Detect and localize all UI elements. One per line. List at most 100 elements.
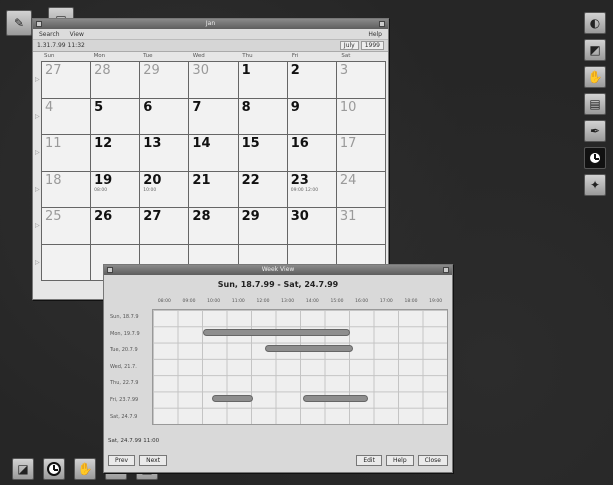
day-cell[interactable]: 17 — [336, 135, 386, 172]
day-cell[interactable]: 12 — [91, 135, 141, 172]
day-cell[interactable]: 29 — [238, 208, 288, 245]
hand-icon[interactable]: ✋ — [74, 458, 96, 480]
next-button[interactable]: Next — [139, 454, 168, 466]
day-number: 25 — [45, 209, 62, 224]
week-window-titlebar[interactable]: Week View — [104, 265, 452, 275]
day-cell[interactable]: 31 — [336, 208, 386, 245]
clock-icon[interactable] — [584, 147, 606, 169]
event-bar[interactable] — [211, 395, 253, 402]
day-cell[interactable]: 6 — [140, 98, 190, 135]
schedule-grid[interactable] — [152, 309, 448, 425]
minimize-icon[interactable] — [107, 267, 113, 273]
year-selector[interactable]: 1999 — [360, 41, 384, 50]
day-cell[interactable]: 22 — [238, 171, 288, 208]
week-range-label: Sun, 18.7.99 - Sat, 24.7.99 — [217, 280, 339, 289]
day-cell[interactable]: 3 — [336, 62, 386, 99]
day-number: 20 — [143, 172, 162, 188]
weekday-label: Sun — [44, 53, 55, 59]
day-cell[interactable]: 27 ▷ — [35, 62, 92, 99]
menu-help[interactable]: Help — [368, 31, 382, 38]
month-toolbar: 1.31.7.99 11:32 July 1999 — [33, 40, 388, 52]
week-select-arrow-icon[interactable]: ▷ — [35, 76, 40, 83]
week-day-label: Mon, 19.7.9 — [110, 330, 140, 337]
clock-face-icon — [47, 462, 61, 476]
week-select-arrow-icon[interactable]: ▷ — [35, 259, 40, 266]
pen-icon[interactable]: ✎ — [6, 10, 32, 36]
day-cell[interactable]: 1 — [238, 62, 288, 99]
window-icon[interactable]: ◩ — [584, 39, 606, 61]
close-button[interactable]: Close — [417, 454, 448, 466]
document-icon[interactable]: ▤ — [584, 93, 606, 115]
day-number: 27 — [45, 63, 62, 78]
current-date-time: 1.31.7.99 11:32 — [37, 42, 85, 49]
edit-button[interactable]: Edit — [356, 454, 382, 466]
day-cell[interactable]: 7 — [189, 98, 239, 135]
minimize-icon[interactable] — [36, 21, 42, 27]
day-number: 23 — [290, 172, 309, 188]
day-event-text: 08:00 — [94, 187, 108, 193]
day-cell[interactable]: 14 — [189, 135, 239, 172]
week-select-arrow-icon[interactable]: ▷ — [35, 186, 40, 193]
day-cell[interactable]: 30 — [189, 62, 239, 99]
day-number: 4 — [45, 99, 54, 115]
day-cell[interactable]: ▷ — [35, 244, 92, 281]
menu-search[interactable]: Search — [39, 31, 60, 38]
day-cell[interactable]: 23 09:00 12:00 — [287, 171, 337, 208]
day-event-text: 09:00 12:00 — [290, 187, 319, 193]
day-cell[interactable]: 9 — [287, 98, 337, 135]
week-day-label: Sun, 18.7.9 — [110, 314, 139, 320]
day-cell[interactable]: 11 ▷ — [35, 135, 92, 172]
week-select-arrow-icon[interactable]: ▷ — [35, 113, 40, 120]
event-bar[interactable] — [264, 345, 353, 352]
day-number: 29 — [143, 63, 160, 78]
day-number: 28 — [192, 209, 211, 224]
day-number: 10 — [339, 99, 357, 115]
day-cell[interactable]: 15 — [238, 135, 288, 172]
hand-icon[interactable]: ✋ — [584, 66, 606, 88]
pen-tool-icon[interactable]: ✒ — [584, 120, 606, 142]
day-cell[interactable]: 27 — [140, 208, 190, 245]
day-number: 26 — [94, 209, 113, 224]
day-cell[interactable]: 19 08:00 — [91, 171, 141, 208]
day-number: 30 — [290, 209, 309, 224]
day-cell[interactable]: 10 — [336, 98, 386, 135]
day-cell[interactable]: 30 — [287, 208, 337, 245]
day-cell[interactable]: 21 — [189, 171, 239, 208]
day-number: 6 — [143, 99, 153, 115]
workspace-icon[interactable]: ◪ — [12, 458, 34, 480]
hour-label: 19:00 — [429, 299, 443, 304]
day-cell[interactable]: 29 — [140, 62, 190, 99]
day-cell[interactable]: 28 — [189, 208, 239, 245]
swirl-icon[interactable]: ◐ — [584, 12, 606, 34]
month-selector[interactable]: July — [339, 41, 359, 50]
wand-icon[interactable]: ✦ — [584, 174, 606, 196]
day-cell[interactable]: 20 10:00 — [140, 171, 190, 208]
day-cell[interactable]: 13 — [140, 135, 190, 172]
day-cell[interactable]: 4 ▷ — [35, 98, 92, 135]
close-icon[interactable] — [379, 21, 385, 27]
day-number: 30 — [192, 63, 209, 78]
day-cell[interactable]: 16 — [287, 135, 337, 172]
week-select-arrow-icon[interactable]: ▷ — [35, 222, 40, 229]
menu-view[interactable]: View — [70, 31, 84, 38]
month-window-titlebar[interactable]: Jan — [33, 19, 388, 29]
hour-label: 14:00 — [305, 299, 319, 304]
event-bar[interactable] — [202, 329, 350, 336]
day-cell[interactable]: 5 — [91, 98, 141, 135]
day-cell[interactable]: 28 — [91, 62, 141, 99]
prev-button[interactable]: Prev — [108, 454, 136, 466]
day-cell[interactable]: 26 — [91, 208, 141, 245]
day-cell[interactable]: 2 — [287, 62, 337, 99]
weekday-label: Sat — [341, 53, 351, 59]
day-number: 31 — [339, 209, 357, 224]
day-cell[interactable]: 18 ▷ — [35, 171, 92, 208]
day-number: 7 — [192, 99, 202, 115]
day-cell[interactable]: 8 — [238, 98, 288, 135]
help-button[interactable]: Help — [385, 454, 414, 466]
day-cell[interactable]: 25 ▷ — [35, 208, 92, 245]
day-cell[interactable]: 24 — [336, 171, 386, 208]
clock-icon[interactable] — [43, 458, 65, 480]
event-bar[interactable] — [302, 395, 368, 402]
week-select-arrow-icon[interactable]: ▷ — [35, 149, 40, 156]
close-icon[interactable] — [443, 267, 449, 273]
